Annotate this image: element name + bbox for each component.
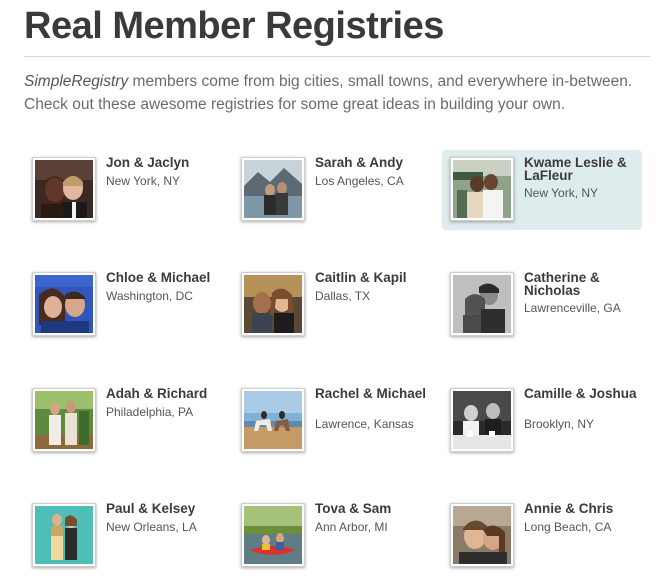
- registry-location: Long Beach, CA: [524, 520, 612, 534]
- registry-card-rachel-michael[interactable]: Rachel & Michael Lawrence, Kansas: [233, 381, 433, 461]
- registry-names[interactable]: Chloe & Michael: [106, 271, 222, 285]
- registry-photo[interactable]: [32, 388, 96, 452]
- registry-card-catherine-nicholas[interactable]: Catherine & Nicholas Lawrenceville, GA: [442, 265, 642, 345]
- registry-photo[interactable]: [450, 503, 514, 567]
- registry-photo[interactable]: [241, 503, 305, 567]
- registry-photo[interactable]: [241, 157, 305, 221]
- registry-card-sarah-andy[interactable]: Sarah & Andy Los Angeles, CA: [233, 150, 433, 230]
- registry-photo[interactable]: [450, 272, 514, 336]
- registry-photo[interactable]: [32, 272, 96, 336]
- registry-names[interactable]: Kwame Leslie & LaFleur: [524, 156, 640, 183]
- registry-card-caitlin-kapil[interactable]: Caitlin & Kapil Dallas, TX: [233, 265, 433, 345]
- registry-location: Philadelphia, PA: [106, 405, 194, 419]
- registry-photo[interactable]: [450, 388, 514, 452]
- registry-names[interactable]: Adah & Richard: [106, 387, 222, 401]
- registry-card-tova-sam[interactable]: Tova & Sam Ann Arbor, MI: [233, 496, 433, 576]
- registry-card-camille-joshua[interactable]: Camille & Joshua Brooklyn, NY: [442, 381, 642, 461]
- registry-photo[interactable]: [450, 157, 514, 221]
- registry-photo[interactable]: [241, 272, 305, 336]
- registry-card-annie-chris[interactable]: Annie & Chris Long Beach, CA: [442, 496, 642, 576]
- registry-names[interactable]: Catherine & Nicholas: [524, 271, 640, 298]
- registry-location: Lawrenceville, GA: [524, 301, 621, 315]
- registry-location: Brooklyn, NY: [524, 417, 595, 431]
- registry-location: Dallas, TX: [315, 289, 371, 303]
- registry-photo[interactable]: [241, 388, 305, 452]
- registry-photo[interactable]: [32, 157, 96, 221]
- registry-location: Los Angeles, CA: [315, 174, 404, 188]
- page-title: Real Member Registries: [24, 5, 444, 47]
- registry-location: Washington, DC: [106, 289, 193, 303]
- registry-card-kwame-lafleur[interactable]: Kwame Leslie & LaFleur New York, NY: [442, 150, 642, 230]
- registry-names[interactable]: Caitlin & Kapil: [315, 271, 431, 285]
- registry-names[interactable]: Annie & Chris: [524, 502, 640, 516]
- registry-names[interactable]: Sarah & Andy: [315, 156, 431, 170]
- registry-names[interactable]: Tova & Sam: [315, 502, 431, 516]
- registry-names[interactable]: Jon & Jaclyn: [106, 156, 222, 170]
- registry-card-chloe-michael[interactable]: Chloe & Michael Washington, DC: [24, 265, 224, 345]
- brand-name: SimpleRegistry: [24, 73, 129, 90]
- registry-location: New York, NY: [524, 186, 599, 200]
- registry-names[interactable]: Camille & Joshua: [524, 387, 640, 401]
- intro-text: SimpleRegistry members come from big cit…: [24, 70, 654, 116]
- title-divider: [24, 56, 650, 57]
- registry-card-paul-kelsey[interactable]: Paul & Kelsey New Orleans, LA: [24, 496, 224, 576]
- registry-location: Lawrence, Kansas: [315, 417, 414, 431]
- registry-location: Ann Arbor, MI: [315, 520, 388, 534]
- registry-names[interactable]: Paul & Kelsey: [106, 502, 222, 516]
- registry-names[interactable]: Rachel & Michael: [315, 387, 431, 401]
- registry-location: New York, NY: [106, 174, 181, 188]
- registry-photo[interactable]: [32, 503, 96, 567]
- registry-card-jon-jaclyn[interactable]: Jon & Jaclyn New York, NY: [24, 150, 224, 230]
- registry-card-adah-richard[interactable]: Adah & Richard Philadelphia, PA: [24, 381, 224, 461]
- registry-location: New Orleans, LA: [106, 520, 197, 534]
